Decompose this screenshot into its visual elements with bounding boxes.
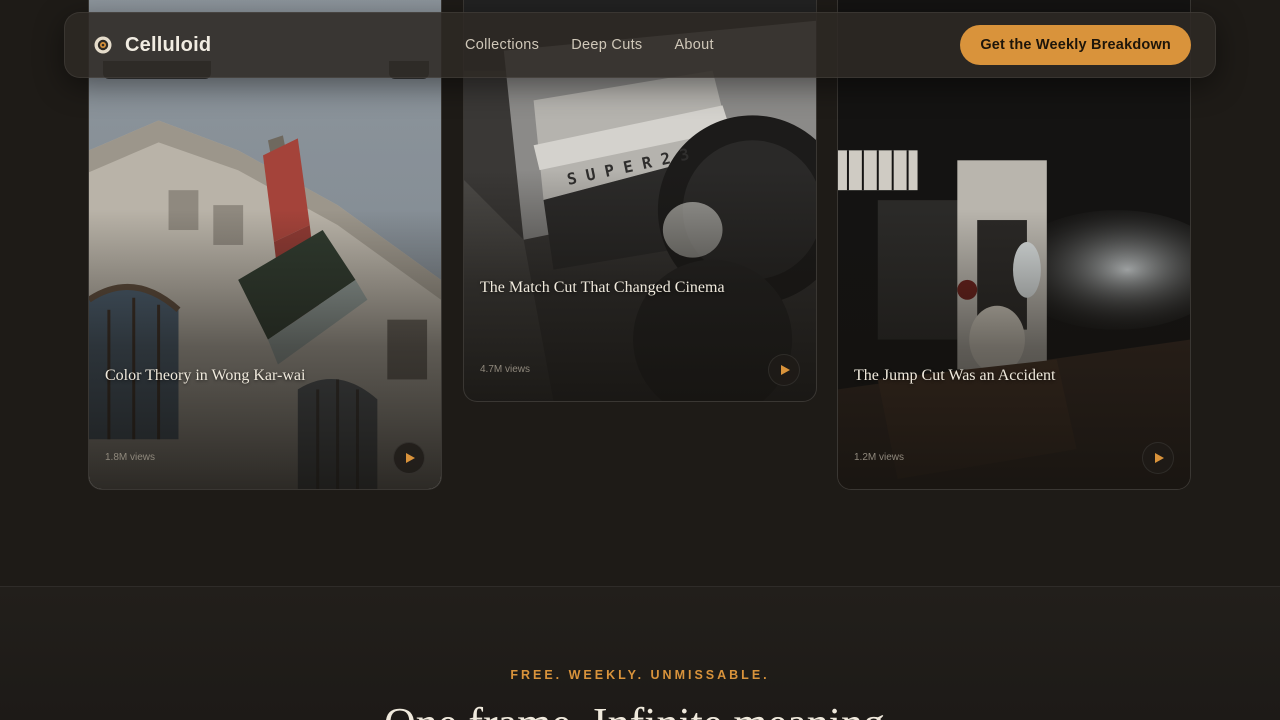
play-icon <box>781 365 790 375</box>
top-navbar: Celluloid Collections Deep Cuts About Ge… <box>64 12 1216 78</box>
card-title: The Match Cut That Changed Cinema <box>480 279 725 296</box>
nav-links: Collections Deep Cuts About <box>465 13 714 77</box>
card-views: 1.8M views <box>105 452 156 463</box>
play-button[interactable] <box>1142 442 1174 474</box>
play-icon <box>1155 453 1164 463</box>
play-icon <box>406 453 415 463</box>
weekly-breakdown-button[interactable]: Get the Weekly Breakdown <box>960 25 1191 65</box>
card-views: 1.2M views <box>854 452 905 463</box>
play-button[interactable] <box>393 442 425 474</box>
newsletter-eyebrow: FREE. WEEKLY. UNMISSABLE. <box>510 668 770 682</box>
newsletter-headline: One frame. Infinite meaning. <box>0 702 1280 720</box>
brand-name: Celluloid <box>125 33 212 56</box>
nav-link-deep-cuts[interactable]: Deep Cuts <box>571 37 642 53</box>
card-title: Color Theory in Wong Kar-wai <box>105 367 306 384</box>
film-reel-icon <box>94 36 112 54</box>
play-button[interactable] <box>768 354 800 386</box>
nav-link-collections[interactable]: Collections <box>465 37 539 53</box>
card-views: 4.7M views <box>480 364 531 375</box>
brand[interactable]: Celluloid <box>93 13 211 77</box>
nav-link-about[interactable]: About <box>674 37 713 53</box>
card-title: The Jump Cut Was an Accident <box>854 367 1056 384</box>
